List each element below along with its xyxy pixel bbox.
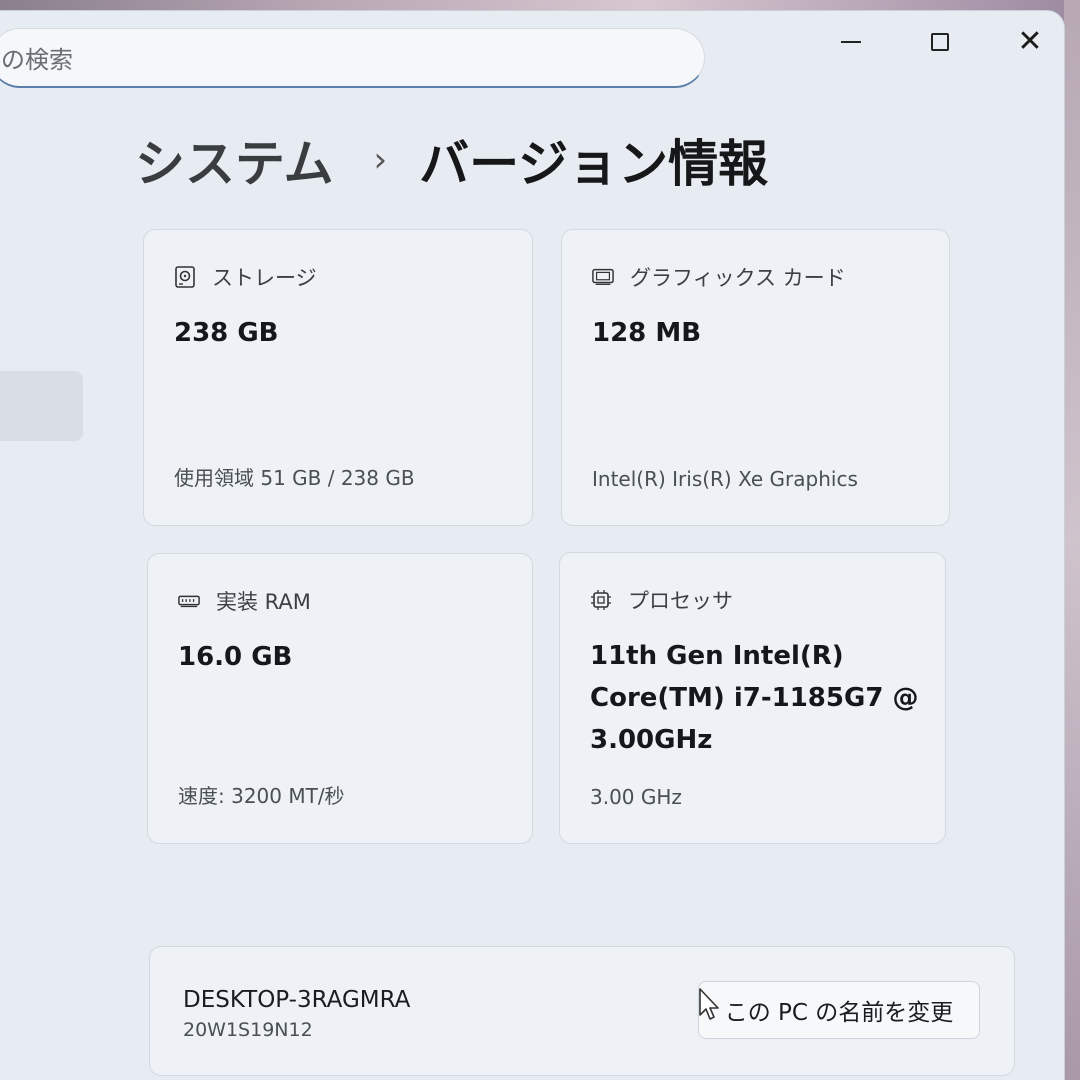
- close-button[interactable]: ✕: [1010, 22, 1050, 62]
- processor-title: プロセッサ: [628, 589, 733, 613]
- minimize-icon: [841, 41, 861, 43]
- gpu-icon: [592, 266, 614, 288]
- processor-value-line: 11th Gen Intel(R): [590, 641, 844, 671]
- breadcrumb: システム › バージョン情報: [135, 120, 768, 200]
- storage-card: ストレージ 238 GB 使用領域 51 GB / 238 GB: [143, 229, 533, 526]
- storage-detail: 使用領域 51 GB / 238 GB: [174, 466, 415, 490]
- graphics-header: グラフィックス カード: [592, 262, 846, 292]
- device-name-card: DESKTOP-3RAGMRA 20W1S19N12 この PC の名前を変更: [149, 946, 1015, 1076]
- storage-title: ストレージ: [212, 266, 317, 290]
- processor-card: プロセッサ 11th Gen Intel(R) Core(TM) i7-1185…: [559, 552, 946, 844]
- ram-header: 実装 RAM: [178, 586, 311, 616]
- processor-detail: 3.00 GHz: [590, 785, 682, 809]
- storage-header: ストレージ: [174, 262, 317, 292]
- graphics-detail: Intel(R) Iris(R) Xe Graphics: [592, 467, 858, 491]
- ram-detail: 速度: 3200 MT/秒: [178, 784, 345, 808]
- processor-value: 11th Gen Intel(R) Core(TM) i7-1185G7 @ 3…: [590, 635, 925, 761]
- rename-pc-button[interactable]: この PC の名前を変更: [698, 981, 980, 1039]
- search-input[interactable]: の検索: [0, 28, 705, 88]
- desktop-background: [1064, 0, 1080, 1080]
- processor-value-line: Core(TM) i7-1185G7 @: [590, 683, 919, 713]
- graphics-card: グラフィックス カード 128 MB Intel(R) Iris(R) Xe G…: [561, 229, 950, 526]
- breadcrumb-separator: ›: [373, 140, 388, 180]
- processor-icon: [590, 589, 612, 611]
- graphics-value: 128 MB: [592, 318, 702, 348]
- ram-title: 実装 RAM: [216, 590, 311, 614]
- maximize-button[interactable]: [920, 22, 960, 62]
- page-title: バージョン情報: [419, 135, 769, 193]
- memory-icon: [178, 590, 200, 612]
- close-icon: ✕: [1017, 24, 1043, 59]
- graphics-title: グラフィックス カード: [630, 266, 846, 290]
- mouse-cursor-icon: [699, 988, 719, 1020]
- breadcrumb-parent[interactable]: システム: [135, 124, 334, 196]
- processor-value-line: 3.00GHz: [590, 725, 713, 755]
- maximize-icon: [931, 33, 949, 51]
- minimize-button[interactable]: [831, 22, 871, 62]
- processor-header: プロセッサ: [590, 585, 733, 615]
- search-input-text: の検索: [1, 46, 73, 74]
- ram-card: 実装 RAM 16.0 GB 速度: 3200 MT/秒: [147, 553, 533, 844]
- storage-value: 238 GB: [174, 318, 279, 348]
- ram-value: 16.0 GB: [178, 642, 293, 672]
- device-name: DESKTOP-3RAGMRA: [183, 987, 411, 1013]
- hard-drive-icon: [174, 266, 196, 288]
- device-model: 20W1S19N12: [183, 1019, 313, 1041]
- sidebar-item-selected[interactable]: [0, 371, 83, 441]
